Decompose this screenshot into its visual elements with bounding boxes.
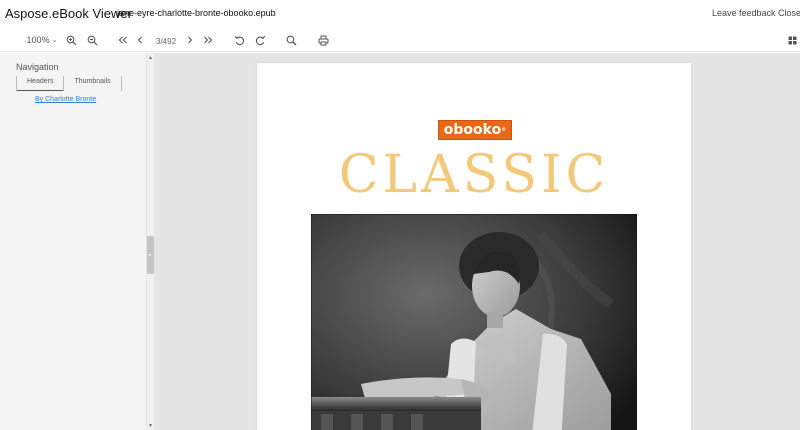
- sidebar-resize-handle[interactable]: ◂: [147, 236, 154, 274]
- previous-page-icon[interactable]: [135, 32, 145, 48]
- registered-mark: ®: [501, 127, 507, 133]
- zoom-in-icon[interactable]: [64, 32, 78, 48]
- scroll-up-icon[interactable]: ▲: [147, 55, 154, 61]
- classic-heading: CLASSIC: [338, 145, 610, 205]
- tab-thumbnails[interactable]: Thumbnails: [63, 76, 120, 91]
- obooko-logo: obooko®: [438, 120, 512, 140]
- file-name: jane-eyre-charlotte-bronte-obooko.epub: [117, 8, 276, 18]
- print-icon[interactable]: [317, 32, 330, 48]
- scroll-down-icon[interactable]: ▼: [147, 423, 154, 429]
- toolbar: 100% ⌄ 3/492: [0, 28, 800, 52]
- next-page-icon[interactable]: [185, 32, 195, 48]
- last-page-icon[interactable]: [202, 32, 214, 48]
- zoom-out-icon[interactable]: [85, 32, 99, 48]
- rotate-right-icon[interactable]: [254, 32, 267, 48]
- toc-item[interactable]: By Charlotte Bronte: [35, 96, 96, 103]
- page-indicator[interactable]: 3/492: [156, 37, 176, 46]
- app-title: Aspose.eBook Viewer: [5, 6, 132, 21]
- rotate-left-icon[interactable]: [233, 32, 246, 48]
- tab-headers[interactable]: Headers: [17, 76, 64, 91]
- search-icon[interactable]: [285, 32, 298, 48]
- navigation-title: Navigation: [16, 62, 59, 72]
- document-viewer[interactable]: obooko® CLASSIC: [154, 53, 800, 430]
- grid-view-icon[interactable]: [786, 32, 798, 48]
- logo-text: obooko: [443, 122, 502, 138]
- zoom-select[interactable]: 100% ⌄: [26, 32, 58, 48]
- handle-grip-icon: ◂: [148, 252, 151, 258]
- navigation-tabs: Headers Thumbnails: [16, 76, 122, 91]
- close-link[interactable]: Close: [778, 8, 800, 18]
- zoom-value: 100%: [26, 35, 50, 45]
- navigation-sidebar: Navigation Headers Thumbnails By Charlot…: [0, 53, 147, 430]
- app-header: Aspose.eBook Viewer jane-eyre-charlotte-…: [0, 0, 800, 28]
- document-page: obooko® CLASSIC: [257, 63, 691, 430]
- leave-feedback-link[interactable]: Leave feedback: [712, 8, 776, 18]
- cover-photo: [311, 214, 637, 430]
- chevron-down-icon: ⌄: [51, 37, 58, 44]
- first-page-icon[interactable]: [117, 32, 129, 48]
